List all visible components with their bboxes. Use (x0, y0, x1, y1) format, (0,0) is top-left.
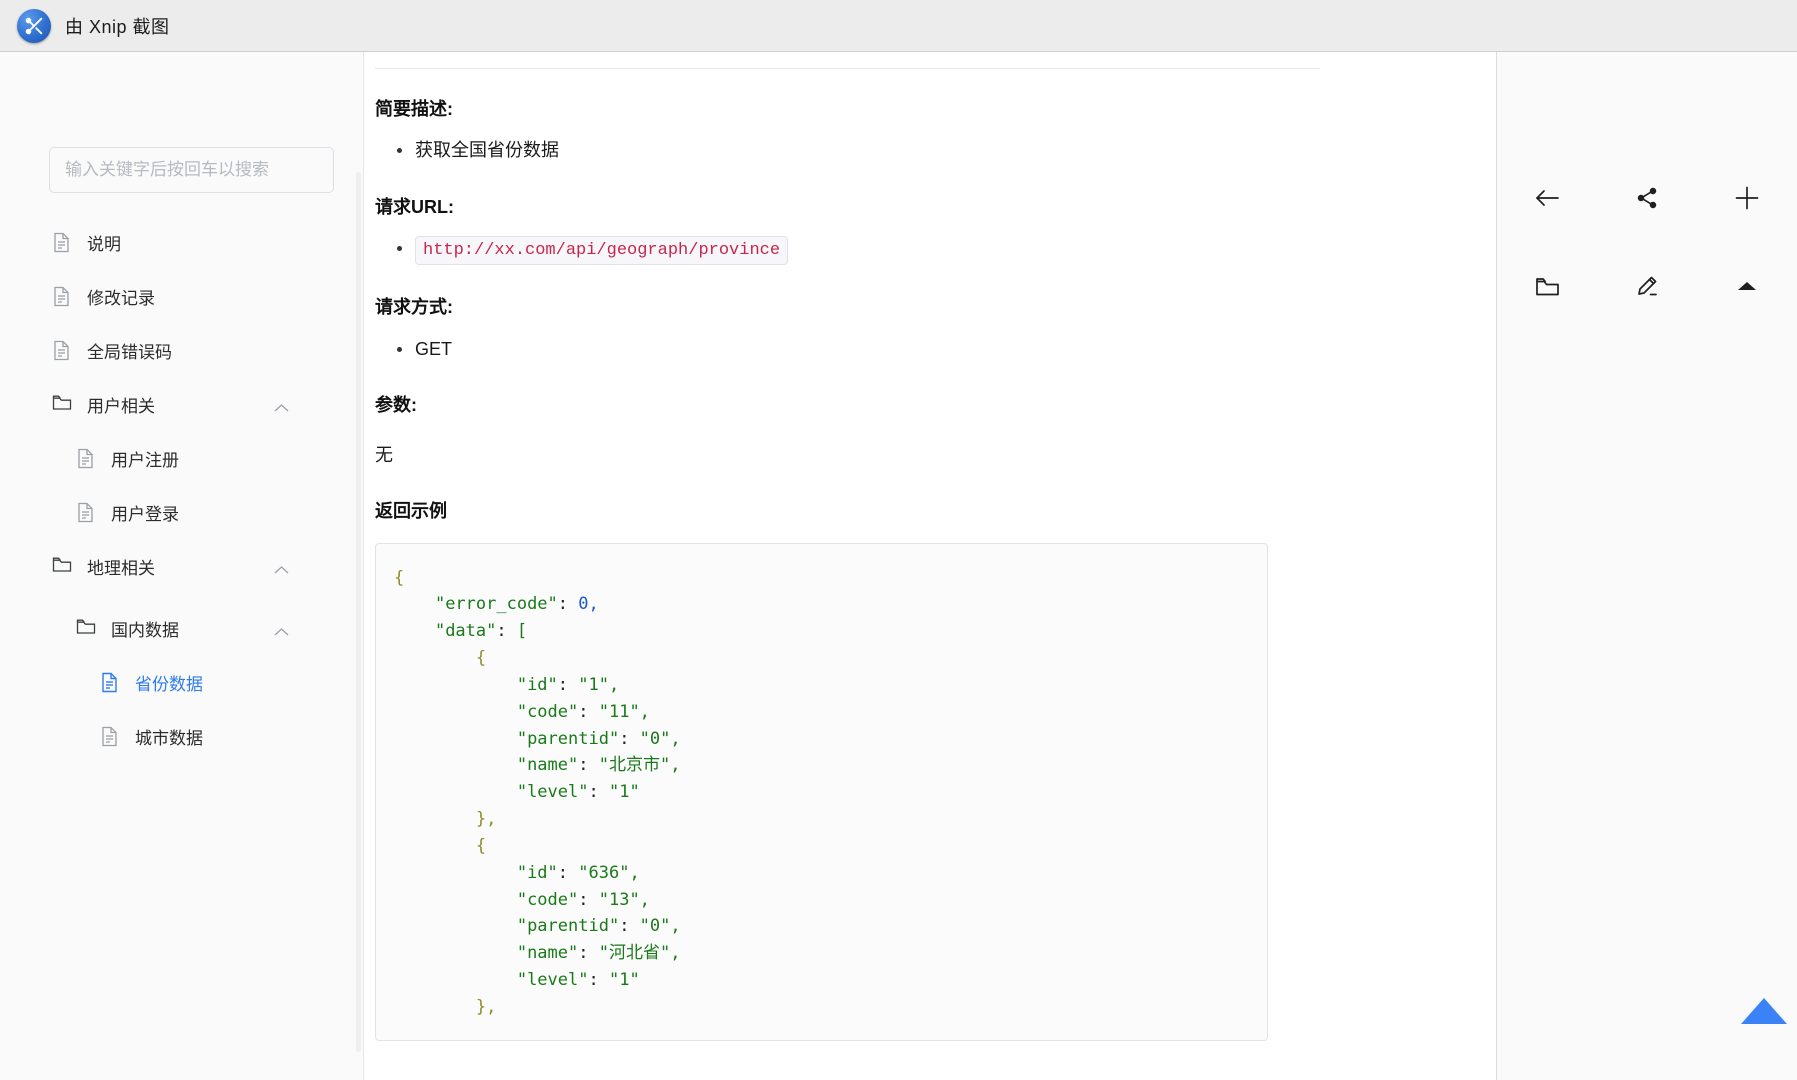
document-icon (76, 502, 95, 523)
method-list: GET (375, 335, 1309, 364)
share-button[interactable] (1597, 166, 1697, 230)
sidebar-item-xiugaijilu[interactable]: 修改记录 (0, 269, 363, 323)
folder-button[interactable] (1497, 254, 1597, 318)
app-frame: 说明 修改记录 (0, 52, 1797, 1080)
list-item: http://xx.com/api/geograph/province (397, 234, 1309, 266)
sidebar-item-label: 用户登录 (111, 504, 179, 524)
response-example-code: { "error_code": 0, "data": [ { "id": "1"… (375, 542, 1268, 1041)
xnip-scissors-icon (17, 8, 51, 43)
search-input[interactable] (49, 147, 334, 193)
sidebar-nav: 说明 修改记录 全局错误码 用户相关 用户注册 用户登录 地理相关 国内数据 省… (0, 215, 363, 763)
document-icon (52, 232, 71, 253)
search-container (0, 52, 363, 193)
tool-button-grid (1497, 166, 1797, 318)
list-item: 获取全国省份数据 (397, 136, 1309, 165)
sidebar-item-yonghudenglu[interactable]: 用户登录 (0, 485, 363, 539)
scrollbar-thumb[interactable] (356, 172, 361, 1052)
document-icon (52, 340, 71, 361)
window-titlebar: 由 Xnip 截图 (0, 0, 1797, 52)
url-heading: 请求URL: (375, 196, 454, 217)
back-icon (1534, 187, 1560, 209)
sidebar-item-label: 国内数据 (111, 620, 179, 640)
document-icon (52, 286, 71, 307)
chevron-up-icon[interactable] (274, 624, 289, 636)
sidebar-item-shengfenshuju[interactable]: 省份数据 (0, 655, 363, 709)
sidebar-item-label: 说明 (87, 234, 121, 254)
scroll-to-top-button[interactable] (1735, 994, 1793, 1032)
sidebar-item-chengshishuju[interactable]: 城市数据 (0, 709, 363, 763)
add-icon (1734, 185, 1760, 211)
method-heading: 请求方式: (375, 297, 453, 318)
folder-icon (76, 618, 96, 639)
add-button[interactable] (1697, 166, 1797, 230)
document-panel: 简要描述: 获取全国省份数据 请求URL: http://xx.com/api/… (364, 52, 1497, 1080)
sidebar-item-quanjucuowuma[interactable]: 全局错误码 (0, 323, 363, 377)
sidebar-scrollbar[interactable] (355, 52, 363, 1080)
right-tool-panel (1497, 52, 1797, 1080)
back-button[interactable] (1497, 166, 1597, 230)
url-list: http://xx.com/api/geograph/province (375, 234, 1309, 266)
sidebar-item-label: 省份数据 (135, 674, 203, 694)
edit-button[interactable] (1597, 254, 1697, 318)
collapse-up-icon (1736, 279, 1758, 293)
sidebar-item-label: 地理相关 (87, 558, 155, 578)
sidebar-item-shuoming[interactable]: 说明 (0, 215, 363, 269)
summary-heading: 简要描述: (375, 99, 453, 119)
folder-icon (52, 556, 72, 577)
sidebar-group-guoneishuju[interactable]: 国内数据 (0, 601, 363, 655)
sidebar: 说明 修改记录 (0, 52, 364, 1080)
request-url-code[interactable]: http://xx.com/api/geograph/province (415, 236, 789, 266)
share-icon (1635, 186, 1659, 210)
chevron-up-icon[interactable] (274, 562, 289, 574)
sidebar-group-dilixiangguan[interactable]: 地理相关 (0, 539, 363, 593)
document-icon (100, 726, 119, 747)
document-content: 简要描述: 获取全国省份数据 请求URL: http://xx.com/api/… (364, 52, 1496, 1041)
sidebar-item-label: 用户相关 (87, 396, 155, 416)
json-code: { "error_code": 0, "data": [ { "id": "1"… (394, 567, 681, 1017)
folder-icon (1535, 276, 1560, 297)
summary-list: 获取全国省份数据 (375, 136, 1309, 165)
document-icon (76, 448, 95, 469)
params-heading: 参数: (375, 395, 417, 416)
sidebar-item-label: 修改记录 (87, 288, 155, 308)
scroll-to-top-icon (1738, 994, 1790, 1033)
collapse-up-button[interactable] (1697, 254, 1797, 318)
window-title: 由 Xnip 截图 (65, 16, 170, 37)
sidebar-item-label: 用户注册 (111, 450, 179, 470)
sidebar-item-label: 全局错误码 (87, 342, 172, 362)
example-heading: 返回示例 (375, 500, 447, 521)
params-value: 无 (375, 444, 393, 465)
sidebar-group-yonghuxiangguan[interactable]: 用户相关 (0, 377, 363, 431)
chevron-up-icon[interactable] (274, 400, 289, 412)
sidebar-item-yonghuzhuce[interactable]: 用户注册 (0, 431, 363, 485)
list-item: GET (397, 335, 1309, 364)
sidebar-item-label: 城市数据 (135, 728, 203, 748)
edit-icon (1635, 274, 1659, 298)
content-divider (375, 68, 1320, 69)
folder-icon (52, 394, 72, 415)
document-icon (100, 672, 119, 693)
